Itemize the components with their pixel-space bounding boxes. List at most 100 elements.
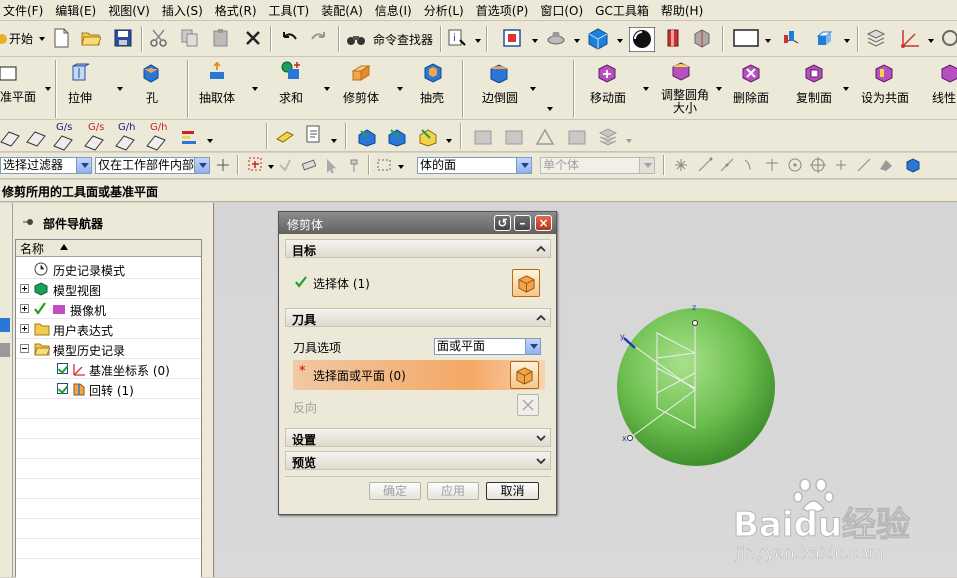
command-finder-button[interactable]: 命令查找器 <box>373 31 433 48</box>
tree-row-user-expressions[interactable]: 用户表达式 <box>16 319 201 339</box>
snap-on-face-icon[interactable] <box>878 157 894 173</box>
assembly-cut-icon[interactable] <box>418 127 438 147</box>
reset-button[interactable]: ↺ <box>494 215 511 231</box>
snap-arc-center-icon[interactable] <box>787 157 803 173</box>
tree-row-cameras[interactable]: 摄像机 <box>16 299 201 319</box>
trim-body-button[interactable]: 修剪体 <box>343 89 379 106</box>
unite-icon[interactable] <box>281 61 301 81</box>
extrude-button[interactable]: 拉伸 <box>68 89 92 106</box>
datum-plane-icon[interactable] <box>0 63 20 83</box>
paste-icon[interactable] <box>211 28 231 48</box>
view-cube-icon[interactable] <box>692 28 712 48</box>
filter-settings-icon[interactable] <box>215 157 231 173</box>
fit-view-icon[interactable] <box>502 28 522 48</box>
section-preview-header[interactable]: 预览 <box>285 451 551 470</box>
background-icon[interactable] <box>733 28 759 48</box>
select-body-button[interactable] <box>512 269 540 297</box>
snap-intersection-icon[interactable] <box>764 157 780 173</box>
menu-preferences[interactable]: 首选项(P) <box>473 2 538 19</box>
wave-link-icon[interactable] <box>357 127 377 147</box>
pointer-icon[interactable] <box>324 157 340 173</box>
select-all-icon[interactable] <box>247 156 265 174</box>
visibility-checkbox[interactable] <box>57 363 68 374</box>
make-coplanar-icon[interactable] <box>874 63 894 83</box>
snap-endpoint-icon[interactable] <box>697 157 713 173</box>
shell-button[interactable]: 抽壳 <box>420 89 444 106</box>
start-dropdown-icon[interactable] <box>39 37 45 41</box>
snap-quadrant-icon[interactable] <box>810 157 826 173</box>
object-info-icon[interactable] <box>304 125 324 145</box>
collapse-icon[interactable] <box>20 344 29 353</box>
rectangle-select-icon[interactable] <box>376 157 392 173</box>
face-rule-select[interactable]: 体的面 <box>417 157 532 174</box>
tree-row-revolve[interactable]: 回转 (1) <box>16 379 201 399</box>
menu-tools[interactable]: 工具(T) <box>266 2 319 19</box>
wcs-icon[interactable] <box>781 28 801 48</box>
hole-icon[interactable] <box>141 63 161 83</box>
section-target-header[interactable]: 目标 <box>285 239 551 258</box>
resize-blend-icon[interactable] <box>671 61 691 81</box>
menu-insert[interactable]: 插入(S) <box>159 2 212 19</box>
datum-plane-label[interactable]: 准平面 <box>0 88 36 105</box>
rotate-view-icon[interactable] <box>546 28 566 48</box>
open-folder-icon[interactable] <box>81 28 101 48</box>
menu-window[interactable]: 窗口(O) <box>537 2 592 19</box>
histogram-icon[interactable] <box>180 127 200 147</box>
eraser-icon[interactable] <box>301 157 317 173</box>
linear-dimension-icon[interactable] <box>940 63 957 83</box>
resource-tab-icon[interactable] <box>0 318 10 332</box>
move-object-icon[interactable] <box>815 28 835 48</box>
delete-icon[interactable] <box>243 28 263 48</box>
continuity-gs-2-icon[interactable] <box>84 131 104 151</box>
snap-midpoint-icon[interactable] <box>719 157 735 173</box>
snap-existing-point-icon[interactable] <box>833 157 849 173</box>
section-tool-header[interactable]: 刀具 <box>285 308 551 327</box>
type-filter-select[interactable]: 选择过滤器 <box>0 157 92 174</box>
resize-blend-button[interactable]: 调整圆角大小 <box>657 89 713 115</box>
surface-analysis-2-icon[interactable] <box>26 127 46 147</box>
menu-assembly[interactable]: 装配(A) <box>318 2 372 19</box>
menu-format[interactable]: 格式(R) <box>212 2 266 19</box>
expand-icon[interactable] <box>20 284 29 293</box>
more-tools-icon[interactable] <box>940 28 957 48</box>
tool-option-select[interactable]: 面或平面 <box>434 338 541 355</box>
redo-icon[interactable] <box>309 29 329 49</box>
tree-row-model-history[interactable]: 模型历史记录 <box>16 339 201 359</box>
delete-face-button[interactable]: 删除面 <box>733 89 769 106</box>
sphere-model[interactable] <box>610 298 790 473</box>
edge-blend-icon[interactable] <box>489 63 509 83</box>
linear-dimension-button[interactable]: 线性 <box>932 89 956 106</box>
select-face-row[interactable]: * 选择面或平面 (0) <box>293 360 545 390</box>
select-face-button[interactable] <box>510 361 539 389</box>
unite-button[interactable]: 求和 <box>279 89 303 106</box>
continuity-gh-2-icon[interactable] <box>146 131 166 151</box>
column-header-name[interactable]: 名称 <box>16 240 201 257</box>
menu-gc-toolbox[interactable]: GC工具箱 <box>592 2 658 19</box>
new-file-icon[interactable] <box>51 28 71 48</box>
save-icon[interactable] <box>113 28 133 48</box>
menu-edit[interactable]: 编辑(E) <box>52 2 105 19</box>
copy-icon[interactable] <box>180 28 200 48</box>
visibility-checkbox[interactable] <box>57 383 68 394</box>
minimize-button[interactable]: – <box>514 215 531 231</box>
hammer-icon[interactable] <box>348 157 364 173</box>
apply-button[interactable]: 应用 <box>427 482 479 500</box>
undo-icon[interactable] <box>279 29 299 49</box>
menu-view[interactable]: 视图(V) <box>105 2 159 19</box>
scope-select[interactable]: 仅在工作部件内部 <box>95 157 210 174</box>
snap-control-icon[interactable] <box>742 157 758 173</box>
surface-analysis-icon[interactable] <box>0 127 20 147</box>
copy-face-button[interactable]: 复制面 <box>796 89 832 106</box>
edit-object-icon[interactable] <box>275 127 295 147</box>
menu-analysis[interactable]: 分析(L) <box>421 2 473 19</box>
section-view-icon[interactable] <box>663 28 683 48</box>
move-face-icon[interactable] <box>597 63 617 83</box>
trim-body-icon[interactable] <box>351 63 371 83</box>
extract-body-icon[interactable] <box>207 61 227 81</box>
tree-row-datum-csys[interactable]: 基准坐标系 (0) <box>16 359 201 379</box>
extrude-icon[interactable] <box>70 63 90 83</box>
layer-icon[interactable] <box>866 28 886 48</box>
cube-filter-icon[interactable] <box>905 157 921 173</box>
continuity-gh-icon[interactable] <box>115 131 135 151</box>
delete-face-icon[interactable] <box>741 63 761 83</box>
